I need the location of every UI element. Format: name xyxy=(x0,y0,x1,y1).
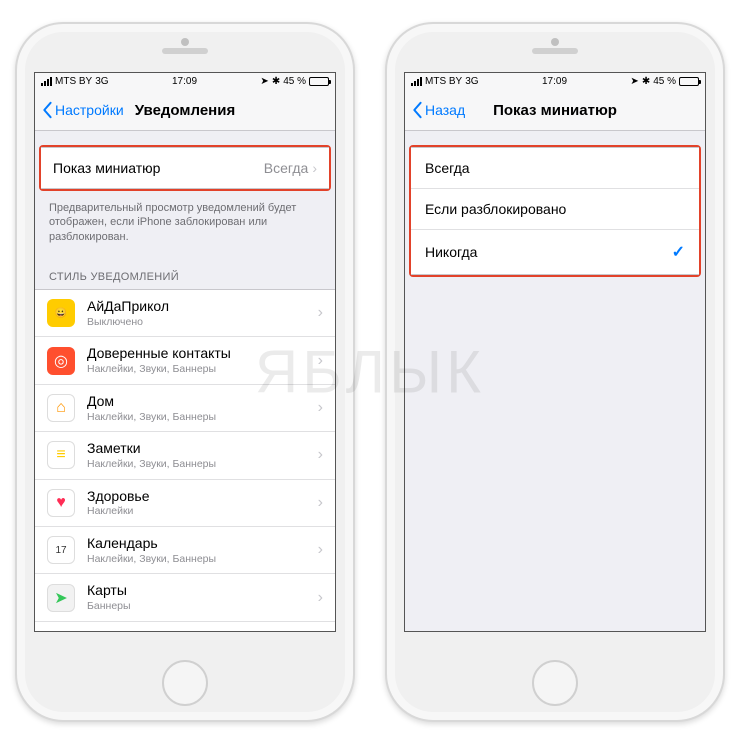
battery-pct: 45 % xyxy=(283,76,306,87)
app-title: Доверенные контакты xyxy=(87,345,312,362)
app-row[interactable]: 17 КалендарьНаклейки, Звуки, Баннеры › xyxy=(35,527,335,574)
screen-right: MTS BY 3G 17:09 ➤ ✱ 45 % Назад Показ мин… xyxy=(404,72,706,632)
carrier-label: MTS BY xyxy=(55,76,92,87)
app-subtitle: Наклейки xyxy=(87,505,312,518)
chevron-left-icon xyxy=(41,101,53,119)
chevron-right-icon: › xyxy=(318,446,323,464)
app-title: Календарь xyxy=(87,535,312,552)
option-list: Всегда Если разблокировано Никогда ✓ xyxy=(409,145,701,277)
app-list: 😀 АйДаПриколВыключено › ◎ Доверенные контакт… xyxy=(35,289,335,630)
app-icon: ≡ xyxy=(47,441,75,469)
battery-icon xyxy=(309,77,329,86)
page-title: Показ миниатюр xyxy=(493,102,617,119)
app-subtitle: Наклейки, Звуки, Баннеры xyxy=(87,553,312,566)
home-button[interactable] xyxy=(532,660,578,706)
app-row[interactable]: ≡ ЗаметкиНаклейки, Звуки, Баннеры › xyxy=(35,432,335,479)
app-title: АйДаПрикол xyxy=(87,298,312,315)
back-label: Настройки xyxy=(55,102,124,118)
bluetooth-icon: ✱ xyxy=(642,76,650,87)
app-row[interactable]: tvКлавиатура Apple TVЗвуки, Предупрежден… xyxy=(35,622,335,631)
nav-bar: Назад Показ миниатюр xyxy=(405,91,705,131)
chevron-right-icon: › xyxy=(318,399,323,417)
app-subtitle: Баннеры xyxy=(87,600,312,613)
phone-right: MTS BY 3G 17:09 ➤ ✱ 45 % Назад Показ мин… xyxy=(385,22,725,722)
app-icon: ♥ xyxy=(47,489,75,517)
app-icon: ➤ xyxy=(47,584,75,612)
phone-left: MTS BY 3G 17:09 ➤ ✱ 45 % Настройки Уведо… xyxy=(15,22,355,722)
bluetooth-icon: ✱ xyxy=(272,76,280,87)
preview-option[interactable]: Никогда ✓ xyxy=(411,230,699,275)
back-button[interactable]: Настройки xyxy=(41,101,124,119)
app-subtitle: Наклейки, Звуки, Баннеры xyxy=(87,363,312,376)
app-icon: ◎ xyxy=(47,347,75,375)
chevron-right-icon: › xyxy=(318,541,323,559)
checkmark-icon: ✓ xyxy=(672,242,685,262)
chevron-right-icon: › xyxy=(318,304,323,322)
content-right[interactable]: Всегда Если разблокировано Никогда ✓ xyxy=(405,131,705,631)
page-title: Уведомления xyxy=(135,102,235,119)
app-icon: 17 xyxy=(47,536,75,564)
app-row[interactable]: ◎ Доверенные контактыНаклейки, Звуки, Бан… xyxy=(35,337,335,384)
clock-label: 17:09 xyxy=(542,76,567,87)
app-title: Дом xyxy=(87,393,312,410)
footer-note: Предварительный просмотр уведомлений буд… xyxy=(35,195,335,258)
signal-icon xyxy=(41,77,52,86)
option-label: Если разблокировано xyxy=(425,201,566,217)
carrier-label: MTS BY xyxy=(425,76,462,87)
app-row[interactable]: 😀 АйДаПриколВыключено › xyxy=(35,290,335,337)
show-previews-cell[interactable]: Показ миниатюр Всегда › xyxy=(41,147,329,189)
preview-option[interactable]: Если разблокировано xyxy=(411,189,699,230)
preview-option[interactable]: Всегда xyxy=(411,147,699,189)
app-title: Здоровье xyxy=(87,488,312,505)
battery-icon xyxy=(679,77,699,86)
home-button[interactable] xyxy=(162,660,208,706)
app-row[interactable]: ⌂ ДомНаклейки, Звуки, Баннеры › xyxy=(35,385,335,432)
chevron-left-icon xyxy=(411,101,423,119)
battery-pct: 45 % xyxy=(653,76,676,87)
screen-left: MTS BY 3G 17:09 ➤ ✱ 45 % Настройки Уведо… xyxy=(34,72,336,632)
option-label: Никогда xyxy=(425,244,477,260)
location-icon: ➤ xyxy=(260,76,268,87)
app-row[interactable]: ♥ ЗдоровьеНаклейки › xyxy=(35,480,335,527)
signal-icon xyxy=(411,77,422,86)
app-row[interactable]: ➤ КартыБаннеры › xyxy=(35,574,335,621)
app-title: Карты xyxy=(87,582,312,599)
app-subtitle: Выключено xyxy=(87,316,312,329)
show-previews-value: Всегда xyxy=(264,160,309,176)
app-icon: 😀 xyxy=(47,299,75,327)
clock-label: 17:09 xyxy=(172,76,197,87)
network-label: 3G xyxy=(95,76,108,87)
highlight-box: Показ миниатюр Всегда › xyxy=(39,145,331,191)
show-previews-label: Показ миниатюр xyxy=(53,160,160,176)
app-title: Заметки xyxy=(87,440,312,457)
chevron-right-icon: › xyxy=(318,494,323,512)
speaker xyxy=(162,48,208,54)
back-button[interactable]: Назад xyxy=(411,101,465,119)
app-title: Клавиатура Apple TV xyxy=(87,630,312,631)
chevron-right-icon: › xyxy=(318,352,323,370)
app-subtitle: Наклейки, Звуки, Баннеры xyxy=(87,411,312,424)
status-bar: MTS BY 3G 17:09 ➤ ✱ 45 % xyxy=(405,73,705,91)
app-subtitle: Наклейки, Звуки, Баннеры xyxy=(87,458,312,471)
location-icon: ➤ xyxy=(630,76,638,87)
status-bar: MTS BY 3G 17:09 ➤ ✱ 45 % xyxy=(35,73,335,91)
chevron-right-icon: › xyxy=(312,160,317,176)
option-label: Всегда xyxy=(425,160,470,176)
chevron-right-icon: › xyxy=(318,589,323,607)
camera-dot xyxy=(551,38,559,46)
camera-dot xyxy=(181,38,189,46)
back-label: Назад xyxy=(425,102,465,118)
content-left[interactable]: Показ миниатюр Всегда › Предварительный … xyxy=(35,131,335,631)
section-header: СТИЛЬ УВЕДОМЛЕНИЙ xyxy=(35,257,335,289)
network-label: 3G xyxy=(465,76,478,87)
speaker xyxy=(532,48,578,54)
nav-bar: Настройки Уведомления xyxy=(35,91,335,131)
app-icon: ⌂ xyxy=(47,394,75,422)
